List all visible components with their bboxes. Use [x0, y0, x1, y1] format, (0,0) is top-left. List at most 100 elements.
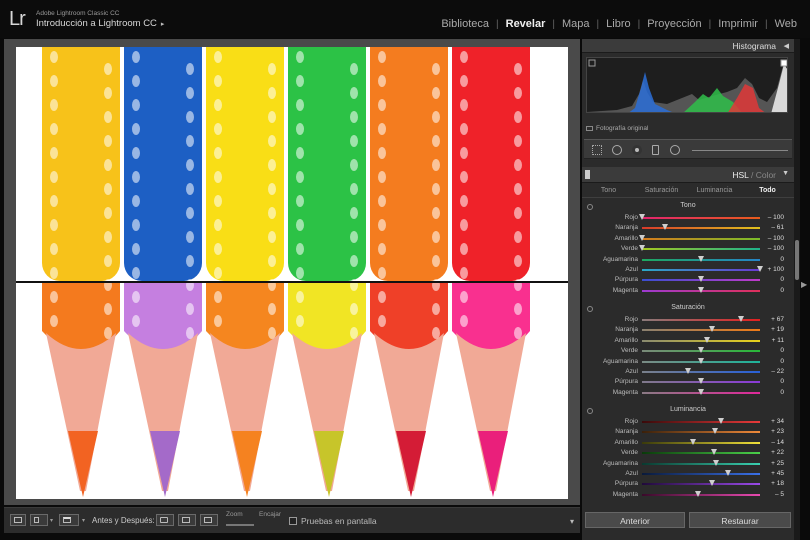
hsl-slider-value[interactable]: + 19	[771, 326, 784, 333]
hsl-slider-value[interactable]: + 11	[772, 337, 784, 344]
split-view-button[interactable]	[59, 514, 79, 526]
hsl-slider-thumb[interactable]	[698, 357, 704, 364]
hsl-slider-value[interactable]: – 5	[775, 491, 784, 498]
reset-button[interactable]: Restaurar	[689, 512, 791, 528]
collapse-triangle-icon[interactable]: ◀	[784, 42, 789, 50]
hsl-slider-track[interactable]	[642, 418, 760, 424]
module-1[interactable]: Revelar	[499, 18, 553, 30]
hsl-slider-value[interactable]: + 67	[771, 316, 784, 323]
hsl-slider-track[interactable]	[642, 286, 760, 293]
hsl-slider-thumb[interactable]	[685, 368, 692, 374]
hsl-slider-thumb[interactable]	[708, 480, 715, 487]
photo-preview[interactable]	[16, 47, 568, 499]
hsl-slider-thumb[interactable]	[639, 245, 645, 252]
hsl-title[interactable]: HSL	[732, 170, 748, 180]
hsl-slider-value[interactable]: – 100	[768, 235, 784, 242]
hsl-slider-thumb[interactable]	[698, 286, 704, 293]
hsl-slider-track[interactable]	[642, 449, 760, 456]
panel-switch-icon[interactable]	[585, 170, 590, 179]
hsl-slider-thumb[interactable]	[712, 459, 719, 466]
hsl-slider-value[interactable]: 0	[780, 276, 784, 283]
hsl-slider-value[interactable]: + 25	[771, 460, 784, 467]
spot-removal-icon[interactable]	[612, 145, 622, 155]
radial-filter-icon[interactable]	[670, 145, 680, 155]
hsl-slider-track[interactable]	[642, 428, 760, 435]
hsl-slider-thumb[interactable]	[639, 234, 645, 241]
hsl-tab-3[interactable]: Todo	[741, 184, 794, 197]
hsl-slider-thumb[interactable]	[718, 418, 725, 424]
hsl-slider-value[interactable]: + 45	[771, 470, 784, 477]
toolbar-options-dropdown-icon[interactable]: ▾	[570, 517, 574, 526]
hsl-slider-value[interactable]: + 100	[768, 266, 784, 273]
previous-button[interactable]: Anterior	[585, 512, 685, 528]
module-6[interactable]: Web	[768, 18, 804, 30]
before-after-view-button[interactable]	[30, 514, 48, 526]
hsl-slider-track[interactable]	[642, 438, 760, 445]
hsl-slider-track[interactable]	[642, 266, 763, 272]
hsl-slider-thumb[interactable]	[757, 266, 763, 272]
hsl-slider-value[interactable]: 0	[780, 389, 784, 396]
hsl-slider-thumb[interactable]	[698, 388, 704, 395]
red-eye-icon[interactable]	[632, 145, 642, 155]
hsl-slider-value[interactable]: – 100	[768, 245, 784, 252]
hsl-slider-thumb[interactable]	[710, 449, 717, 456]
histogram-header[interactable]: Histograma ◀	[582, 39, 794, 53]
histogram-graph[interactable]	[586, 57, 788, 113]
hsl-slider-value[interactable]: – 22	[771, 368, 784, 375]
module-2[interactable]: Mapa	[555, 18, 597, 30]
hsl-slider-value[interactable]: + 34	[771, 418, 784, 425]
catalog-name[interactable]: Introducción a Lightroom CC ▸	[36, 18, 164, 29]
before-after-split-line[interactable]	[16, 281, 568, 283]
hsl-color-header[interactable]: HSL / Color ▼	[582, 167, 794, 183]
hsl-slider-value[interactable]: 0	[780, 347, 784, 354]
copy-after-settings-button[interactable]	[178, 514, 196, 526]
hsl-slider-track[interactable]	[642, 224, 760, 231]
hsl-slider-track[interactable]	[642, 326, 760, 333]
hsl-slider-thumb[interactable]	[737, 316, 744, 322]
highlight-clipping-icon[interactable]	[780, 59, 787, 67]
zoom-slider[interactable]	[226, 524, 254, 526]
hsl-tab-1[interactable]: Saturación	[635, 184, 688, 197]
hsl-slider-value[interactable]: + 22	[771, 449, 784, 456]
hsl-slider-track[interactable]	[642, 347, 760, 354]
hsl-slider-thumb[interactable]	[639, 214, 645, 220]
module-3[interactable]: Libro	[599, 18, 637, 30]
hsl-slider-track[interactable]	[642, 470, 760, 476]
hsl-slider-value[interactable]: + 23	[771, 428, 784, 435]
loupe-view-button[interactable]	[10, 514, 26, 526]
hsl-slider-track[interactable]	[642, 276, 760, 283]
color-title[interactable]: Color	[756, 170, 776, 180]
hsl-slider-thumb[interactable]	[724, 470, 731, 476]
crop-tool-icon[interactable]	[592, 145, 602, 155]
module-4[interactable]: Proyección	[640, 18, 708, 30]
hsl-slider-track[interactable]	[642, 480, 760, 487]
hsl-slider-thumb[interactable]	[689, 438, 696, 445]
hsl-tab-0[interactable]: Tono	[582, 184, 635, 197]
module-5[interactable]: Imprimir	[711, 18, 765, 30]
hsl-slider-thumb[interactable]	[698, 255, 704, 262]
module-0[interactable]: Biblioteca	[434, 18, 496, 30]
hsl-slider-thumb[interactable]	[709, 326, 716, 333]
hsl-slider-thumb[interactable]	[698, 276, 704, 283]
hsl-slider-value[interactable]: 0	[780, 256, 784, 263]
hsl-slider-value[interactable]: + 18	[771, 480, 784, 487]
hsl-slider-thumb[interactable]	[662, 224, 668, 231]
split-dropdown-icon[interactable]: ▾	[82, 517, 85, 524]
hsl-slider-value[interactable]: 0	[780, 358, 784, 365]
hsl-slider-track[interactable]	[642, 388, 760, 395]
hsl-slider-value[interactable]: – 61	[771, 224, 784, 231]
hsl-slider-track[interactable]	[639, 245, 760, 252]
panel-scrollbar-thumb[interactable]	[795, 240, 799, 280]
hsl-slider-value[interactable]: – 100	[768, 214, 784, 221]
view-dropdown-icon[interactable]: ▾	[50, 517, 53, 524]
hsl-slider-track[interactable]	[642, 357, 760, 364]
soft-proofing-checkbox[interactable]	[289, 517, 297, 525]
hsl-slider-track[interactable]	[642, 490, 760, 497]
hsl-slider-track[interactable]	[642, 368, 760, 374]
copy-before-settings-button[interactable]	[156, 514, 174, 526]
hsl-slider-track[interactable]	[642, 378, 760, 385]
hsl-slider-track[interactable]	[642, 336, 760, 343]
collapse-triangle-icon[interactable]: ▼	[782, 170, 789, 177]
adjustment-brush-slider[interactable]	[692, 150, 788, 151]
swap-settings-button[interactable]	[200, 514, 218, 526]
